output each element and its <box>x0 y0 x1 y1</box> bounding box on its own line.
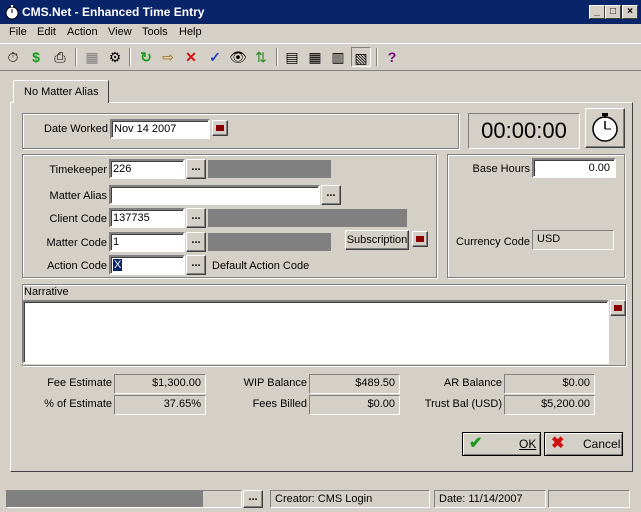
base-hours-field[interactable]: 0.00 <box>532 158 616 178</box>
minimize-button[interactable]: _ <box>589 5 605 19</box>
pct-estimate-label: % of Estimate <box>44 398 112 410</box>
currency-code-label: Currency Code <box>456 236 530 248</box>
timekeeper-lookup-button[interactable]: ... <box>186 159 206 179</box>
date-worked-field[interactable]: Nov 14 2007 <box>110 119 210 139</box>
action-code-lookup-button[interactable]: ... <box>186 255 206 275</box>
toolbar-separator <box>129 48 131 66</box>
refresh-icon[interactable]: ↻ <box>136 47 156 67</box>
base-hours-label: Base Hours <box>472 163 530 175</box>
menu-bar: File Edit Action View Tools Help <box>0 24 641 42</box>
menu-edit[interactable]: Edit <box>37 26 56 38</box>
grid-view-1-icon[interactable]: ▤ <box>282 47 302 67</box>
menu-action[interactable]: Action <box>67 26 98 38</box>
client-code-lookup-button[interactable]: ... <box>186 208 206 228</box>
matter-code-label: Matter Code <box>46 237 107 249</box>
subscription-button[interactable]: Subscription <box>345 230 409 250</box>
ok-label: OK <box>519 437 537 451</box>
money-icon[interactable]: $ <box>26 47 46 67</box>
matter-code-field[interactable]: 1 <box>109 232 185 252</box>
narrative-label: Narrative <box>24 286 69 298</box>
window-title: CMS.Net - Enhanced Time Entry <box>22 5 205 19</box>
trust-bal-label: Trust Bal (USD) <box>424 398 502 410</box>
fees-billed-label: Fees Billed <box>252 398 307 410</box>
checkmark-icon: ✔ <box>469 435 483 452</box>
cancel-button[interactable]: ✖ Cancel <box>544 432 623 456</box>
pct-estimate-value: 37.65% <box>114 395 206 415</box>
calculator-icon[interactable]: ▦ <box>82 47 102 67</box>
print-icon[interactable]: ⎙ <box>50 47 70 67</box>
export-icon[interactable]: ⇨ <box>158 47 178 67</box>
sort-icon[interactable]: ⇅ <box>251 47 271 67</box>
delete-icon[interactable]: ✕ <box>181 47 201 67</box>
wip-balance-value: $489.50 <box>309 374 400 394</box>
menu-file[interactable]: File <box>9 26 27 38</box>
matter-alias-lookup-button[interactable]: ... <box>321 185 341 205</box>
stopwatch-button[interactable] <box>585 108 625 148</box>
menu-help[interactable]: Help <box>179 26 202 38</box>
subscription-picker-button[interactable] <box>412 231 428 247</box>
matter-alias-field[interactable] <box>109 185 320 205</box>
menu-tools[interactable]: Tools <box>142 26 168 38</box>
status-date: Date: 11/14/2007 <box>434 490 546 508</box>
client-code-label: Client Code <box>49 213 107 225</box>
action-code-value: X <box>113 259 123 271</box>
tab-no-matter-alias[interactable]: No Matter Alias <box>13 80 109 103</box>
timekeeper-field[interactable]: 226 <box>109 159 185 179</box>
grid-view-2-icon[interactable]: ▦ <box>305 47 325 67</box>
menu-view[interactable]: View <box>108 26 132 38</box>
timekeeper-label: Timekeeper <box>49 164 107 176</box>
stopwatch-icon <box>592 113 618 142</box>
grid-view-4-icon[interactable]: ▧ <box>351 47 371 67</box>
client-code-field[interactable]: 137735 <box>109 208 185 228</box>
toolbar-separator <box>75 48 77 66</box>
stopwatch-app-icon <box>5 5 19 20</box>
fees-billed-value: $0.00 <box>309 395 400 415</box>
client-name <box>208 209 407 227</box>
timer-display: 00:00:00 <box>468 113 580 149</box>
action-code-description: Default Action Code <box>212 260 310 272</box>
toolbar-separator <box>376 48 378 66</box>
title-bar: CMS.Net - Enhanced Time Entry _ □ × <box>0 0 641 24</box>
help-icon[interactable]: ? <box>382 47 402 67</box>
ar-balance-value: $0.00 <box>504 374 595 394</box>
status-lookup-button[interactable]: ... <box>243 490 263 508</box>
cancel-label: Cancel <box>583 437 621 451</box>
toolbar: ⏱ $ ⎙ ▦ ⚙ ↻ ⇨ ✕ ✓ 👁 ⇅ ▤ ▦ ▥ ▧ ? <box>0 43 641 71</box>
narrative-expand-button[interactable] <box>610 300 626 316</box>
progress-fill <box>7 491 203 507</box>
ok-button[interactable]: ✔ OK <box>462 432 541 456</box>
action-code-field[interactable]: X <box>109 255 185 275</box>
stopwatch-icon[interactable]: ⏱ <box>3 47 23 67</box>
trust-bal-value: $5,200.00 <box>504 395 595 415</box>
wip-balance-label: WIP Balance <box>243 377 307 389</box>
fee-estimate-value: $1,300.00 <box>114 374 206 394</box>
status-progress <box>6 490 242 508</box>
gear-icon[interactable]: ⚙ <box>105 47 125 67</box>
maximize-button[interactable]: □ <box>605 5 621 19</box>
date-picker-button[interactable] <box>212 120 228 136</box>
close-button[interactable]: × <box>622 5 638 19</box>
matter-alias-label: Matter Alias <box>49 190 107 202</box>
action-code-label: Action Code <box>47 260 107 272</box>
status-creator: Creator: CMS Login <box>270 490 430 508</box>
x-icon: ✖ <box>551 435 565 452</box>
toolbar-separator <box>276 48 278 66</box>
date-worked-label: Date Worked <box>44 123 108 135</box>
matter-name <box>208 233 331 251</box>
binoculars-icon[interactable]: 👁 <box>228 47 248 67</box>
status-blank <box>548 490 630 508</box>
fee-estimate-label: Fee Estimate <box>47 377 112 389</box>
timekeeper-name <box>208 160 331 178</box>
ar-balance-label: AR Balance <box>443 377 502 389</box>
matter-code-lookup-button[interactable]: ... <box>186 232 206 252</box>
currency-code-field: USD <box>532 230 614 250</box>
narrative-textarea[interactable] <box>22 300 609 364</box>
spellcheck-icon[interactable]: ✓ <box>205 47 225 67</box>
grid-view-3-icon[interactable]: ▥ <box>328 47 348 67</box>
